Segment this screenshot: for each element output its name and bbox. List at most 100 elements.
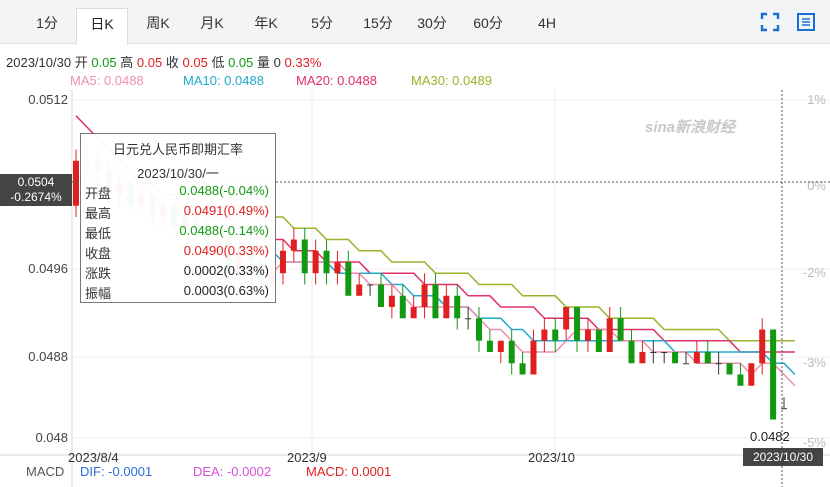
crosshair-price-label: 0.0504 -0.2674% bbox=[0, 174, 72, 206]
x-tick-label: 2023/8/4 bbox=[68, 450, 119, 465]
info-close: 0.05 bbox=[182, 55, 208, 70]
tooltip-row: 最高 0.0491(0.49%) bbox=[85, 203, 269, 221]
info-high: 0.05 bbox=[136, 55, 163, 70]
candle[interactable] bbox=[737, 363, 744, 386]
candle[interactable] bbox=[552, 318, 559, 352]
y-tick-label: 0.0488 bbox=[28, 349, 68, 364]
candle[interactable] bbox=[530, 329, 537, 375]
tab-6[interactable]: 15分 bbox=[352, 8, 404, 44]
tab-9[interactable]: 4H bbox=[522, 8, 572, 44]
tab-1[interactable]: 日K bbox=[76, 8, 128, 45]
candle[interactable] bbox=[672, 352, 679, 364]
candle[interactable] bbox=[650, 340, 657, 364]
candle[interactable] bbox=[454, 284, 461, 330]
candle[interactable] bbox=[617, 307, 624, 341]
tooltip-date: 2023/10/30/一 bbox=[137, 166, 219, 181]
candle[interactable] bbox=[465, 307, 472, 330]
ma30-legend: MA30: 0.0489 bbox=[411, 73, 492, 88]
ma5-legend: MA5: 0.0488 bbox=[70, 73, 144, 88]
ma10-legend: MA10: 0.0488 bbox=[183, 73, 264, 88]
tab-4[interactable]: 年K bbox=[240, 8, 292, 44]
info-change: 0.33% bbox=[284, 55, 322, 70]
candle[interactable] bbox=[410, 295, 417, 319]
candle[interactable] bbox=[73, 149, 79, 218]
candle[interactable] bbox=[726, 363, 733, 375]
fullscreen-icon[interactable] bbox=[760, 12, 780, 32]
candle[interactable] bbox=[748, 363, 755, 386]
tooltip-row: 振幅 0.0003(0.63%) bbox=[85, 283, 269, 301]
pct-tick-label: 1% bbox=[807, 92, 826, 107]
tab-5[interactable]: 5分 bbox=[297, 8, 347, 44]
candle[interactable] bbox=[541, 318, 548, 352]
candle[interactable] bbox=[290, 228, 297, 262]
macd-dea: DEA: -0.0002 bbox=[193, 464, 272, 479]
candle[interactable] bbox=[377, 273, 384, 307]
candle[interactable] bbox=[279, 239, 286, 285]
candle[interactable] bbox=[682, 352, 689, 365]
info-volume: 0 bbox=[273, 55, 281, 70]
tab-7[interactable]: 30分 bbox=[406, 8, 458, 44]
candle[interactable] bbox=[388, 284, 395, 319]
candle[interactable] bbox=[334, 250, 341, 285]
macd-dif: DIF: -0.0001 bbox=[80, 464, 153, 479]
pct-tick-label: -3% bbox=[803, 355, 827, 370]
candle[interactable] bbox=[574, 307, 581, 352]
tab-8[interactable]: 60分 bbox=[462, 8, 514, 44]
candle[interactable] bbox=[715, 352, 722, 375]
tooltip-row: 涨跌 0.0002(0.33%) bbox=[85, 263, 269, 281]
candle[interactable] bbox=[770, 329, 777, 420]
settings-icon[interactable] bbox=[796, 12, 816, 32]
info-open: 0.05 bbox=[91, 55, 117, 70]
y-tick-label: 0.048 bbox=[35, 430, 68, 445]
pct-tick-label: -2% bbox=[803, 265, 827, 280]
candle[interactable] bbox=[301, 228, 308, 285]
candle[interactable] bbox=[704, 340, 711, 364]
candle[interactable] bbox=[345, 250, 352, 296]
tab-3[interactable]: 月K bbox=[186, 8, 238, 44]
candle[interactable] bbox=[356, 273, 363, 296]
y-tick-label: 0.0496 bbox=[28, 261, 68, 276]
candle[interactable] bbox=[628, 329, 635, 364]
candle[interactable] bbox=[323, 239, 330, 285]
candle[interactable] bbox=[519, 352, 526, 375]
candle[interactable] bbox=[759, 318, 766, 375]
candle[interactable] bbox=[421, 273, 428, 319]
tooltip-row: 最低 0.0488(-0.14%) bbox=[85, 223, 269, 241]
candle[interactable] bbox=[312, 239, 319, 285]
candle[interactable] bbox=[476, 307, 483, 352]
tooltip-row: 收盘 0.0490(0.33%) bbox=[85, 243, 269, 261]
candle[interactable] bbox=[563, 307, 570, 341]
candle[interactable] bbox=[639, 340, 646, 364]
min-price-label: 0.0482 bbox=[750, 429, 790, 444]
tab-0[interactable]: 1分 bbox=[22, 8, 72, 44]
candle[interactable] bbox=[508, 329, 515, 375]
macd-value: MACD: 0.0001 bbox=[306, 464, 392, 479]
candle[interactable] bbox=[595, 329, 602, 353]
x-tick-label: 2023/10 bbox=[528, 450, 575, 465]
ohlc-tooltip: 日元兑人民币即期汇率 2023/10/30/一 开盘 0.0488(-0.04%)… bbox=[80, 133, 276, 303]
period-tabbar: 1分 日K 周K 月K 年K 5分 15分 30分 60分 4H bbox=[0, 0, 830, 45]
candle[interactable] bbox=[443, 284, 450, 319]
y-tick-label: 0.0512 bbox=[28, 92, 68, 107]
tooltip-title: 日元兑人民币即期汇率 bbox=[112, 142, 243, 157]
candle[interactable] bbox=[399, 284, 406, 319]
candle[interactable] bbox=[781, 397, 787, 410]
macd-label: MACD bbox=[26, 464, 65, 479]
crosshair-date-label: 2023/10/30 bbox=[743, 448, 823, 466]
info-low: 0.05 bbox=[228, 55, 254, 70]
candle[interactable] bbox=[661, 352, 668, 364]
candle[interactable] bbox=[606, 307, 613, 352]
candle[interactable] bbox=[432, 273, 439, 319]
tooltip-row: 开盘 0.0488(-0.04%) bbox=[85, 183, 269, 201]
ma30-line bbox=[195, 182, 795, 342]
ohlc-info: 2023/10/30 开 0.05 高 0.05 收 0.05 低 0.05 量… bbox=[6, 55, 322, 70]
candle[interactable] bbox=[367, 284, 374, 296]
tab-2[interactable]: 周K bbox=[132, 8, 184, 44]
candle[interactable] bbox=[584, 318, 591, 352]
x-tick-label: 2023/9 bbox=[287, 450, 327, 465]
candle[interactable] bbox=[497, 340, 504, 364]
candle[interactable] bbox=[486, 329, 493, 353]
info-date: 2023/10/30 bbox=[6, 55, 72, 70]
sina-watermark: sina新浪财经 bbox=[645, 118, 737, 136]
candle[interactable] bbox=[693, 340, 700, 364]
